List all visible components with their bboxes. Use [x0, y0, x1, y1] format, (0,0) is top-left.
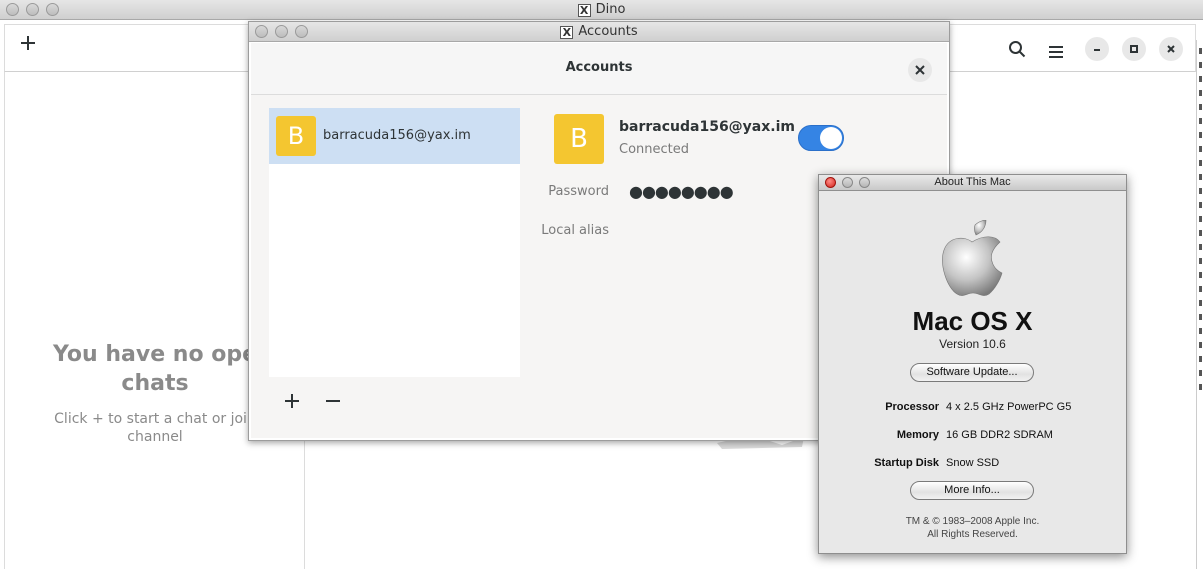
minimize-icon	[1094, 49, 1100, 51]
password-field[interactable]: ●●●●●●●●	[629, 182, 734, 201]
accounts-headerbar: Accounts	[251, 43, 947, 95]
account-list-label: barracuda156@yax.im	[323, 128, 471, 143]
os-name: Mac OS X	[912, 306, 1033, 336]
more-info-button[interactable]: More Info...	[910, 481, 1034, 500]
close-icon	[1167, 45, 1175, 53]
start-chat-button[interactable]	[19, 33, 37, 58]
about-titlebar[interactable]: About This Mac	[819, 175, 1126, 191]
window-title-text: Accounts	[578, 24, 638, 39]
os-version: Version 10.6	[939, 337, 1006, 351]
software-update-button[interactable]: Software Update...	[910, 363, 1034, 382]
close-icon	[915, 65, 925, 75]
window-title: X Accounts	[249, 24, 949, 39]
accounts-close-button[interactable]	[908, 58, 932, 82]
plus-icon	[285, 394, 299, 408]
x11-icon: X	[577, 4, 591, 17]
menu-icon	[1049, 46, 1063, 58]
about-this-mac-window: About This Mac Mac OS X Version 10.6 Sof…	[818, 174, 1127, 554]
apple-logo-icon	[942, 220, 1003, 296]
alias-label: Local alias	[541, 223, 609, 238]
about-window-title: About This Mac	[934, 176, 1011, 188]
memory-label: Memory	[896, 429, 939, 441]
accounts-header-title: Accounts	[565, 60, 633, 75]
plus-icon	[21, 36, 35, 50]
maximize-button[interactable]	[1122, 37, 1146, 61]
accounts-titlebar[interactable]: X Accounts	[249, 22, 949, 42]
minus-icon	[326, 400, 340, 402]
window-title: X Dino	[0, 2, 1203, 17]
account-enabled-switch[interactable]	[798, 125, 844, 151]
processor-value: 4 x 2.5 GHz PowerPC G5	[946, 401, 1072, 413]
close-button[interactable]	[1159, 37, 1183, 61]
startup-disk-label: Startup Disk	[874, 457, 939, 469]
add-account-button[interactable]	[284, 390, 300, 415]
rights-text: All Rights Reserved.	[927, 529, 1018, 540]
startup-disk-value: Snow SSD	[946, 457, 1000, 469]
account-detail-avatar[interactable]: B	[554, 114, 604, 164]
remove-account-button[interactable]	[325, 390, 341, 415]
search-icon	[1009, 41, 1026, 58]
maximize-icon	[1130, 45, 1138, 53]
menu-button[interactable]	[1048, 40, 1064, 65]
copyright-text: TM & © 1983–2008 Apple Inc.	[905, 516, 1040, 527]
processor-label: Processor	[885, 401, 939, 413]
account-avatar: B	[276, 116, 316, 156]
dino-titlebar[interactable]: X Dino	[0, 0, 1203, 20]
account-jid: barracuda156@yax.im	[619, 119, 795, 135]
minimize-button[interactable]	[1085, 37, 1109, 61]
search-button[interactable]	[1008, 39, 1026, 64]
account-list: B barracuda156@yax.im	[269, 108, 520, 377]
switch-knob	[820, 127, 842, 149]
password-label: Password	[548, 184, 609, 199]
memory-value: 16 GB DDR2 SDRAM	[946, 429, 1053, 441]
x11-icon: X	[560, 26, 574, 39]
background-terminal-edge	[1196, 40, 1203, 569]
window-title-text: Dino	[595, 2, 626, 17]
account-list-item[interactable]: B barracuda156@yax.im	[269, 108, 520, 164]
account-status: Connected	[619, 142, 690, 157]
